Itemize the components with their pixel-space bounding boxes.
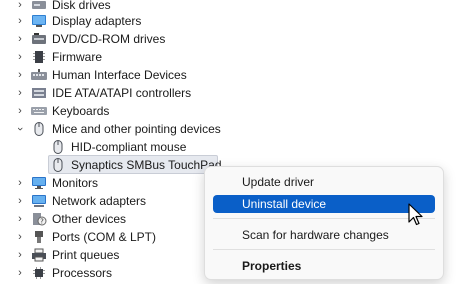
ports-icon	[31, 230, 47, 244]
tree-item-label: Other devices	[52, 212, 127, 226]
tree-item-label: Firmware	[52, 50, 102, 64]
mouse-icon	[50, 140, 66, 154]
chevron-right-icon[interactable]: ›	[14, 48, 26, 66]
menu-item-label: Properties	[242, 259, 302, 273]
other-devices-icon: ?	[31, 212, 47, 226]
chevron-right-icon[interactable]: ›	[14, 264, 26, 282]
menu-item-label: Scan for hardware changes	[242, 228, 389, 242]
ide-controller-icon	[31, 86, 47, 100]
chevron-right-icon[interactable]: ›	[14, 66, 26, 84]
hid-icon	[31, 68, 47, 82]
chevron-right-icon[interactable]: ›	[14, 228, 26, 246]
tree-item-hid[interactable]: › Human Interface Devices	[0, 66, 465, 84]
menu-item-label: Uninstall device	[242, 197, 327, 211]
tree-item-label: Keyboards	[52, 104, 110, 118]
tree-item-display-adapters[interactable]: › Display adapters	[0, 12, 465, 30]
chevron-right-icon[interactable]: ›	[14, 246, 26, 264]
tree-item-hid-mouse[interactable]: HID-compliant mouse	[0, 138, 465, 156]
tree-item-label: IDE ATA/ATAPI controllers	[52, 86, 192, 100]
menu-separator	[213, 218, 435, 219]
tree-item-label: Ports (COM & LPT)	[52, 230, 157, 244]
chevron-right-icon[interactable]: ›	[14, 174, 26, 192]
disk-drive-icon	[31, 0, 47, 12]
tree-item-label: Mice and other pointing devices	[52, 122, 221, 136]
mouse-icon	[31, 122, 47, 136]
mouse-icon	[50, 158, 66, 172]
tree-item-label: Processors	[52, 266, 113, 280]
keyboard-icon	[31, 104, 47, 118]
tree-item-label: Display adapters	[52, 14, 142, 28]
menu-item-label: Update driver	[242, 175, 315, 189]
tree-item-label: Network adapters	[52, 194, 147, 208]
tree-item-dvd-drives[interactable]: › DVD/CD-ROM drives	[0, 30, 465, 48]
tree-item-label: Print queues	[52, 248, 120, 262]
svg-text:?: ?	[40, 218, 44, 226]
menu-item-update-driver[interactable]: Update driver	[213, 173, 435, 191]
tree-item-label: Synaptics SMBus TouchPad	[71, 158, 222, 172]
menu-item-scan-hardware[interactable]: Scan for hardware changes	[213, 226, 435, 244]
tree-item-ide[interactable]: › IDE ATA/ATAPI controllers	[0, 84, 465, 102]
processor-icon	[31, 266, 47, 280]
printer-icon	[31, 248, 47, 262]
tree-item-firmware[interactable]: › Firmware	[0, 48, 465, 66]
display-adapter-icon	[31, 14, 47, 28]
chevron-right-icon[interactable]: ›	[14, 84, 26, 102]
dvd-drive-icon	[31, 32, 47, 46]
monitor-icon	[31, 176, 47, 190]
tree-item-label: Human Interface Devices	[52, 68, 187, 82]
tree-item-label: Monitors	[52, 176, 99, 190]
menu-item-uninstall-device[interactable]: Uninstall device	[213, 195, 435, 213]
chevron-right-icon[interactable]: ›	[14, 210, 26, 228]
menu-separator	[213, 249, 435, 250]
tree-item-label: HID-compliant mouse	[71, 140, 187, 154]
tree-item-mice[interactable]: › Mice and other pointing devices	[0, 120, 465, 138]
chevron-right-icon[interactable]: ›	[14, 192, 26, 210]
chevron-right-icon[interactable]: ›	[14, 12, 26, 30]
chevron-down-icon[interactable]: ›	[11, 123, 29, 135]
tree-item-keyboards[interactable]: › Keyboards	[0, 102, 465, 120]
mouse-pointer-icon	[408, 203, 423, 226]
menu-item-properties[interactable]: Properties	[213, 257, 435, 275]
chevron-right-icon[interactable]: ›	[14, 30, 26, 48]
tree-item-label: DVD/CD-ROM drives	[52, 32, 166, 46]
network-adapter-icon	[31, 194, 47, 208]
chevron-right-icon[interactable]: ›	[14, 102, 26, 120]
firmware-icon	[31, 50, 47, 64]
